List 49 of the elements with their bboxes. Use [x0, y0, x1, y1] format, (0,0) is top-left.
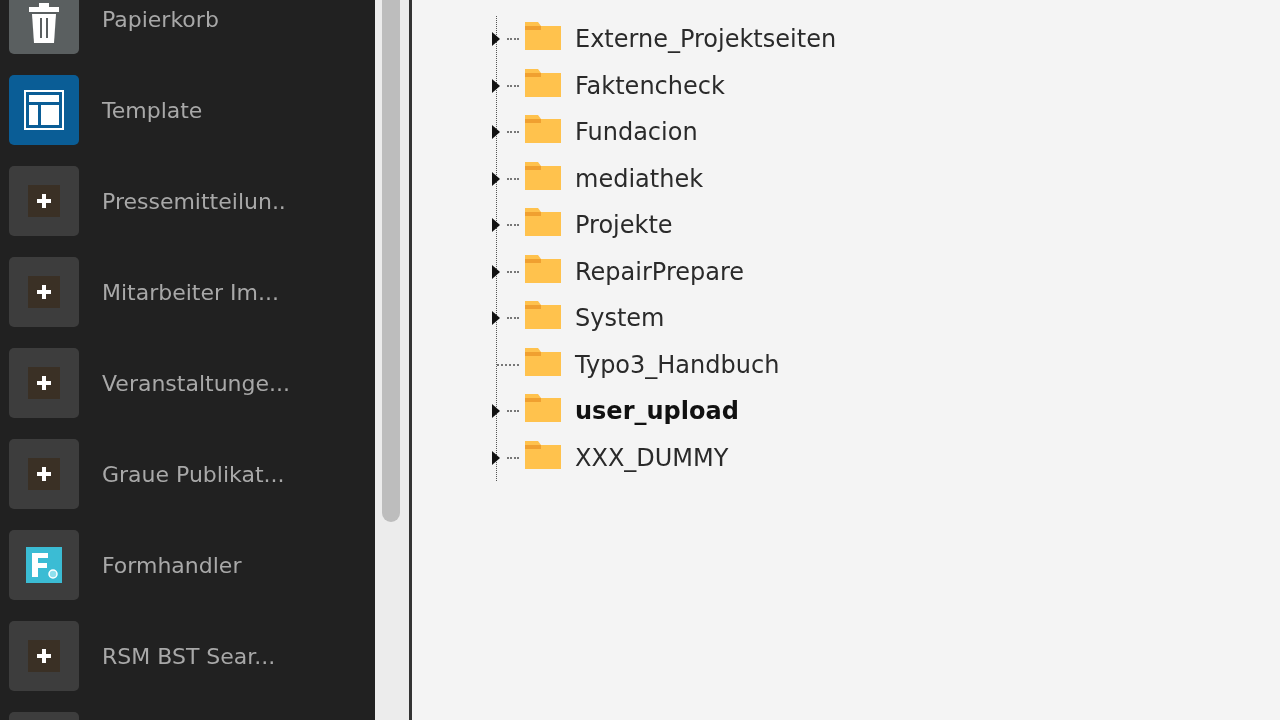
module-label[interactable]: RSM BST Sear... — [102, 643, 276, 669]
folder-icon — [525, 22, 561, 51]
module-label[interactable]: Template — [102, 97, 203, 123]
folder-icon — [525, 161, 561, 190]
folder-label[interactable]: user_upload — [575, 397, 739, 426]
expand-arrow-icon[interactable] — [491, 31, 501, 48]
folder-label[interactable]: Typo3_Handbuch — [575, 350, 780, 379]
expand-arrow-icon[interactable] — [491, 170, 501, 187]
module-label[interactable]: Veranstaltunge... — [102, 370, 291, 396]
plus-icon — [28, 276, 60, 308]
trash-icon — [27, 3, 61, 43]
folder-label[interactable]: mediathek — [575, 164, 704, 193]
folder-label[interactable]: XXX_DUMMY — [575, 443, 729, 472]
expand-arrow-icon[interactable] — [491, 449, 501, 466]
expand-arrow-icon[interactable] — [491, 77, 501, 94]
folder-icon — [525, 208, 561, 237]
folder-label[interactable]: RepairPrepare — [575, 257, 745, 286]
folder-label[interactable]: Projekte — [575, 211, 673, 240]
folder-label[interactable]: Externe_Projektseiten — [575, 25, 837, 54]
module-button[interactable] — [9, 530, 79, 600]
module-label[interactable]: Pressemitteilun.. — [102, 188, 286, 214]
folder-icon — [525, 68, 561, 97]
module-button[interactable] — [9, 75, 79, 145]
folder-label[interactable]: Fundacion — [575, 118, 698, 147]
expand-arrow-icon[interactable] — [491, 217, 501, 234]
expand-arrow-icon[interactable] — [491, 263, 501, 280]
plus-icon — [28, 458, 60, 490]
scrollbar-thumb[interactable] — [382, 0, 400, 522]
expand-arrow-icon[interactable] — [491, 310, 501, 327]
layout-icon — [24, 90, 64, 130]
expand-arrow-icon[interactable] — [491, 403, 501, 420]
module-label[interactable]: Formhandler — [102, 552, 242, 578]
plus-icon — [28, 367, 60, 399]
form-icon — [26, 547, 62, 583]
folder-icon — [525, 301, 561, 330]
plus-icon — [28, 640, 60, 672]
module-label[interactable]: Papierkorb — [102, 6, 219, 32]
module-label[interactable]: Mitarbeiter Im... — [102, 279, 279, 305]
folder-icon — [525, 115, 561, 144]
expand-arrow-icon[interactable] — [491, 124, 501, 141]
folder-icon — [525, 394, 561, 423]
folder-label[interactable]: System — [575, 304, 665, 333]
module-button[interactable] — [9, 0, 79, 54]
folder-icon — [525, 440, 561, 469]
folder-label[interactable]: Faktencheck — [575, 71, 725, 100]
folder-icon — [525, 254, 561, 283]
folder-icon — [525, 347, 561, 376]
plus-icon — [28, 185, 60, 217]
module-label[interactable]: Graue Publikat... — [102, 461, 285, 487]
